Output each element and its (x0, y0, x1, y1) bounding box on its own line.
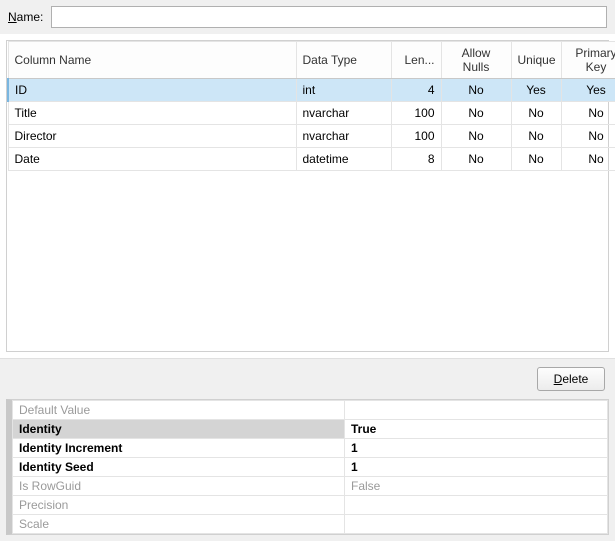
property-row[interactable]: Identity Seed1 (13, 458, 608, 477)
header-column-name[interactable]: Column Name (8, 42, 296, 79)
button-row: Delete (0, 358, 615, 399)
cell-pk[interactable]: No (561, 125, 615, 148)
header-data-type[interactable]: Data Type (296, 42, 391, 79)
property-row[interactable]: IdentityTrue (13, 420, 608, 439)
property-value[interactable]: False (345, 477, 608, 496)
cell-len[interactable]: 8 (391, 148, 441, 171)
cell-len[interactable]: 100 (391, 125, 441, 148)
cell-name[interactable]: Director (8, 125, 296, 148)
property-label[interactable]: Default Value (13, 401, 345, 420)
name-label: Name: (8, 10, 43, 24)
columns-grid[interactable]: Column Name Data Type Len... Allow Nulls… (6, 40, 609, 352)
property-row[interactable]: Scale (13, 515, 608, 534)
cell-nulls[interactable]: No (441, 102, 511, 125)
table-row[interactable]: Datedatetime8NoNoNo (8, 148, 615, 171)
property-label[interactable]: Precision (13, 496, 345, 515)
property-row[interactable]: Precision (13, 496, 608, 515)
cell-unique[interactable]: No (511, 102, 561, 125)
property-value[interactable] (345, 401, 608, 420)
property-label[interactable]: Identity Increment (13, 439, 345, 458)
cell-name[interactable]: Title (8, 102, 296, 125)
name-row: Name: (0, 0, 615, 34)
table-row[interactable]: Directornvarchar100NoNoNo (8, 125, 615, 148)
property-value[interactable] (345, 496, 608, 515)
cell-len[interactable]: 100 (391, 102, 441, 125)
property-row[interactable]: Is RowGuidFalse (13, 477, 608, 496)
cell-unique[interactable]: Yes (511, 79, 561, 102)
header-primary-key[interactable]: Primary Key (561, 42, 615, 79)
name-input[interactable] (51, 6, 607, 28)
properties-grid[interactable]: Default ValueIdentityTrueIdentity Increm… (6, 399, 609, 535)
header-unique[interactable]: Unique (511, 42, 561, 79)
columns-panel: Column Name Data Type Len... Allow Nulls… (0, 34, 615, 358)
cell-nulls[interactable]: No (441, 148, 511, 171)
cell-type[interactable]: nvarchar (296, 125, 391, 148)
property-row[interactable]: Default Value (13, 401, 608, 420)
property-value[interactable]: True (345, 420, 608, 439)
header-allow-nulls[interactable]: Allow Nulls (441, 42, 511, 79)
property-label[interactable]: Identity Seed (13, 458, 345, 477)
property-label[interactable]: Scale (13, 515, 345, 534)
cell-unique[interactable]: No (511, 148, 561, 171)
cell-name[interactable]: Date (8, 148, 296, 171)
cell-pk[interactable]: Yes (561, 79, 615, 102)
table-row[interactable]: Titlenvarchar100NoNoNo (8, 102, 615, 125)
header-length[interactable]: Len... (391, 42, 441, 79)
cell-pk[interactable]: No (561, 148, 615, 171)
cell-type[interactable]: datetime (296, 148, 391, 171)
cell-len[interactable]: 4 (391, 79, 441, 102)
property-value[interactable]: 1 (345, 458, 608, 477)
property-value[interactable] (345, 515, 608, 534)
cell-nulls[interactable]: No (441, 125, 511, 148)
property-value[interactable]: 1 (345, 439, 608, 458)
columns-header-row[interactable]: Column Name Data Type Len... Allow Nulls… (8, 42, 615, 79)
cell-type[interactable]: int (296, 79, 391, 102)
cell-type[interactable]: nvarchar (296, 102, 391, 125)
cell-pk[interactable]: No (561, 102, 615, 125)
property-label[interactable]: Is RowGuid (13, 477, 345, 496)
property-label[interactable]: Identity (13, 420, 345, 439)
cell-unique[interactable]: No (511, 125, 561, 148)
cell-name[interactable]: ID (8, 79, 296, 102)
property-row[interactable]: Identity Increment1 (13, 439, 608, 458)
grid-empty-area[interactable] (7, 171, 608, 351)
properties-panel: Default ValueIdentityTrueIdentity Increm… (0, 399, 615, 541)
cell-nulls[interactable]: No (441, 79, 511, 102)
table-row[interactable]: IDint4NoYesYes (8, 79, 615, 102)
delete-button[interactable]: Delete (537, 367, 605, 391)
